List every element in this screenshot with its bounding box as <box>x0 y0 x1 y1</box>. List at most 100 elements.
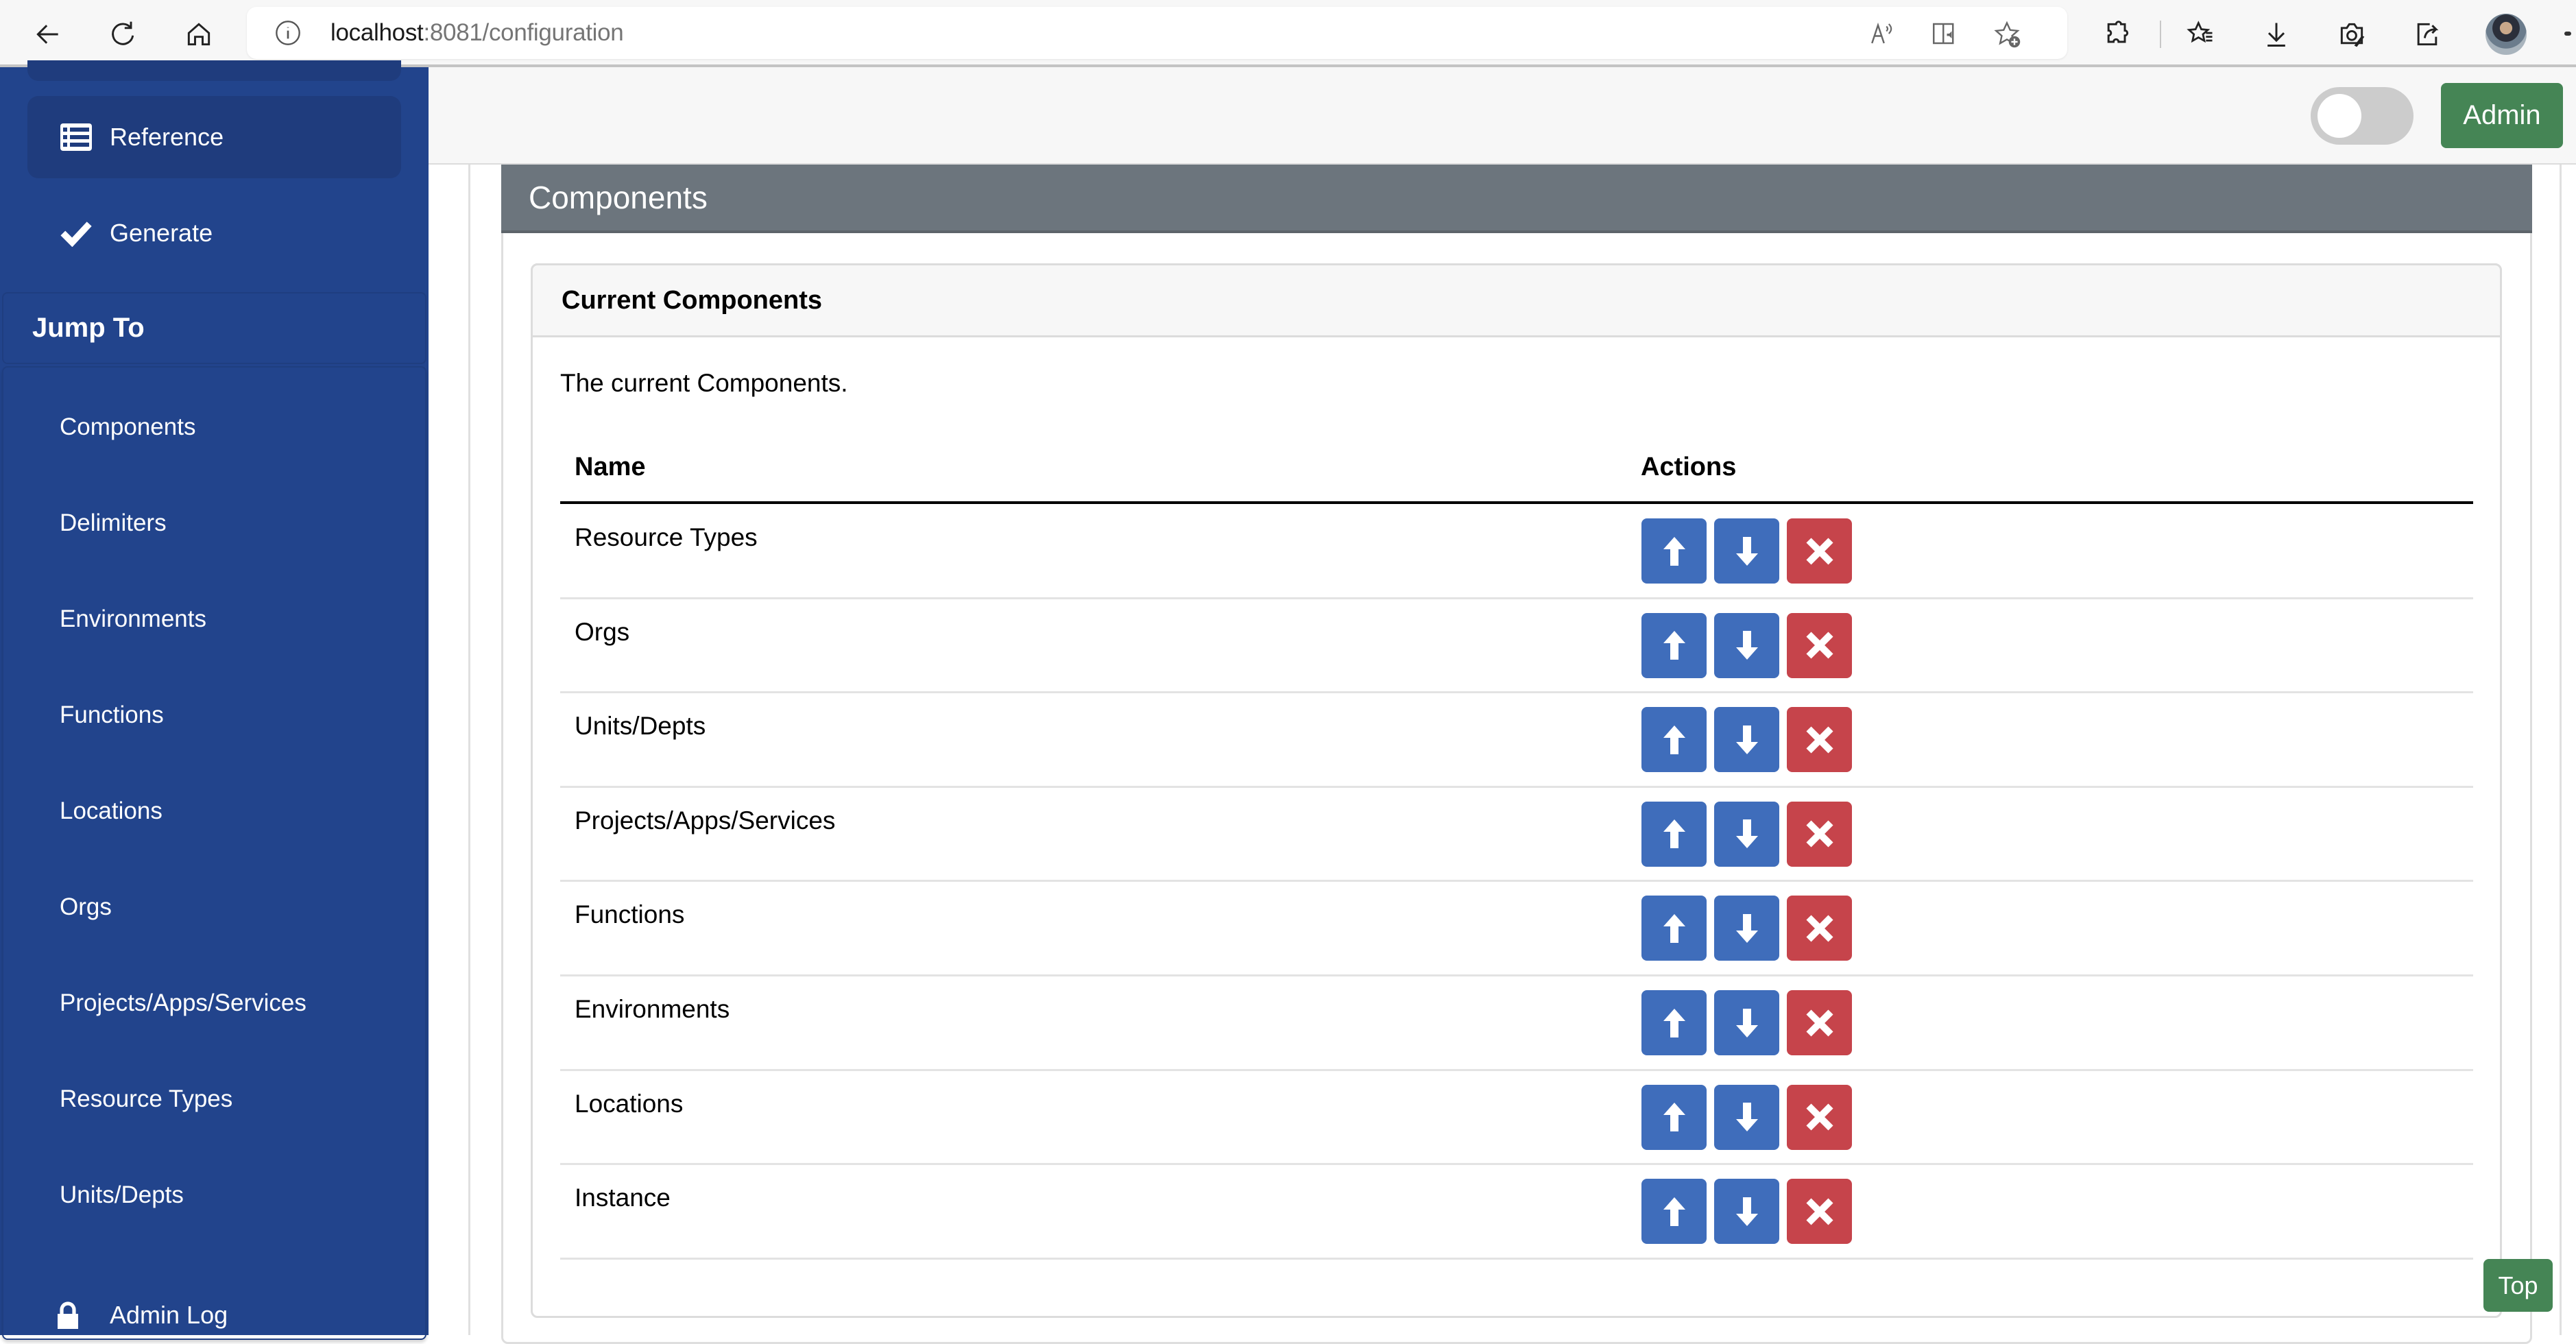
table-row-name: Units/Depts <box>575 712 706 741</box>
table-row-divider <box>560 974 2473 976</box>
share-button[interactable] <box>2407 14 2448 55</box>
move-up-button[interactable] <box>1641 896 1707 961</box>
theme-toggle[interactable] <box>2311 87 2414 145</box>
close-icon <box>1805 1102 1835 1132</box>
sidebar: Reference Generate Jump To Components De… <box>0 60 429 1340</box>
favorites-icon <box>2187 21 2213 43</box>
sidebar-item-reference[interactable]: Reference <box>27 96 401 178</box>
web-capture-icon <box>2340 23 2365 47</box>
admin-button[interactable]: Admin <box>2441 83 2563 148</box>
toggle-knob <box>2318 94 2361 138</box>
content-border <box>468 165 470 1335</box>
move-down-button[interactable] <box>1714 1084 1779 1150</box>
delete-button[interactable] <box>1787 990 1852 1055</box>
table-row-divider <box>560 691 2473 694</box>
back-button[interactable] <box>27 14 69 55</box>
refresh-icon <box>112 21 134 45</box>
move-down-button[interactable] <box>1714 612 1779 678</box>
jump-to-header: Jump To <box>2 292 426 364</box>
arrow-down-icon <box>1735 724 1759 756</box>
delete-button[interactable] <box>1787 801 1852 867</box>
move-up-button[interactable] <box>1641 990 1707 1055</box>
close-icon <box>1805 725 1835 755</box>
refresh-button[interactable] <box>103 14 144 55</box>
move-down-button[interactable] <box>1714 990 1779 1055</box>
back-to-top-button[interactable]: Top <box>2483 1259 2553 1312</box>
jump-link-resource-types[interactable]: Resource Types <box>60 1085 232 1113</box>
sidebar-item-admin-log[interactable]: Admin Log <box>0 1295 429 1336</box>
jump-link-functions[interactable]: Functions <box>60 701 164 729</box>
move-down-button[interactable] <box>1714 896 1779 961</box>
close-icon <box>1805 913 1835 944</box>
jump-link-orgs[interactable]: Orgs <box>60 893 112 921</box>
table-row-name: Functions <box>575 900 685 929</box>
profile-avatar[interactable] <box>2485 14 2527 55</box>
more-icon[interactable] <box>2564 32 2571 36</box>
move-up-button[interactable] <box>1641 707 1707 773</box>
downloads-button[interactable] <box>2256 14 2297 55</box>
home-button[interactable] <box>178 14 219 55</box>
delete-button[interactable] <box>1787 518 1852 584</box>
table-row-divider <box>560 1163 2473 1166</box>
jump-link-units-depts[interactable]: Units/Depts <box>60 1181 184 1209</box>
arrow-up-icon <box>1662 536 1687 567</box>
column-header-name: Name <box>575 453 646 481</box>
arrow-up-icon <box>1662 818 1687 850</box>
arrow-down-icon <box>1735 536 1759 567</box>
table-row-name: Environments <box>575 995 730 1023</box>
jump-link-delimiters[interactable]: Delimiters <box>60 509 167 537</box>
card-description: The current Components. <box>560 369 848 397</box>
move-up-button[interactable] <box>1641 518 1707 584</box>
address-bar[interactable]: localhost:8081/configuration <box>247 7 2067 59</box>
close-icon <box>1805 536 1835 566</box>
arrow-up-icon <box>1662 724 1687 756</box>
move-down-button[interactable] <box>1714 801 1779 867</box>
move-down-button[interactable] <box>1714 707 1779 773</box>
jump-link-environments[interactable]: Environments <box>60 605 206 633</box>
downloads-icon <box>2267 23 2285 47</box>
back-arrow-icon <box>36 25 58 44</box>
jump-link-locations[interactable]: Locations <box>60 797 162 825</box>
table-row-name: Instance <box>575 1184 671 1212</box>
table-row-divider <box>560 1068 2473 1071</box>
table-row-name: Resource Types <box>575 523 758 551</box>
move-up-button[interactable] <box>1641 1084 1707 1150</box>
favorites-button[interactable] <box>2180 14 2222 55</box>
share-icon <box>2417 23 2439 46</box>
arrow-up-icon <box>1662 629 1687 661</box>
close-icon <box>1805 1008 1835 1038</box>
web-capture-button[interactable] <box>2331 14 2372 55</box>
delete-button[interactable] <box>1787 1084 1852 1150</box>
add-favorite-icon[interactable] <box>1992 19 2022 53</box>
site-info-icon[interactable] <box>274 19 302 50</box>
table-header-divider <box>560 501 2473 504</box>
extensions-button[interactable] <box>2097 14 2138 55</box>
move-up-button[interactable] <box>1641 1179 1707 1245</box>
extensions-icon <box>2107 21 2129 43</box>
table-row-divider <box>560 880 2473 883</box>
delete-button[interactable] <box>1787 896 1852 961</box>
move-down-button[interactable] <box>1714 1179 1779 1245</box>
table-row-name: Locations <box>575 1089 684 1118</box>
move-up-button[interactable] <box>1641 801 1707 867</box>
move-down-button[interactable] <box>1714 518 1779 584</box>
sidebar-item-label: Generate <box>110 219 213 247</box>
arrow-up-icon <box>1662 913 1687 944</box>
url-text[interactable]: localhost:8081/configuration <box>330 19 624 47</box>
read-aloud-icon[interactable] <box>1868 19 1897 51</box>
table-row-name: Orgs <box>575 617 630 646</box>
immersive-reader-icon[interactable] <box>1930 19 1959 51</box>
section-title: Components <box>501 165 2532 233</box>
home-icon <box>187 23 210 46</box>
sidebar-item-generate[interactable]: Generate <box>27 192 401 274</box>
delete-button[interactable] <box>1787 707 1852 773</box>
move-up-button[interactable] <box>1641 612 1707 678</box>
jump-link-projects-apps-services[interactable]: Projects/Apps/Services <box>60 989 306 1017</box>
close-icon <box>1805 1197 1835 1227</box>
delete-button[interactable] <box>1787 612 1852 678</box>
table-row-divider <box>560 785 2473 788</box>
sidebar-previous-item[interactable] <box>27 60 401 81</box>
jump-link-components[interactable]: Components <box>60 413 195 441</box>
content-border <box>2560 165 2562 1335</box>
delete-button[interactable] <box>1787 1179 1852 1245</box>
